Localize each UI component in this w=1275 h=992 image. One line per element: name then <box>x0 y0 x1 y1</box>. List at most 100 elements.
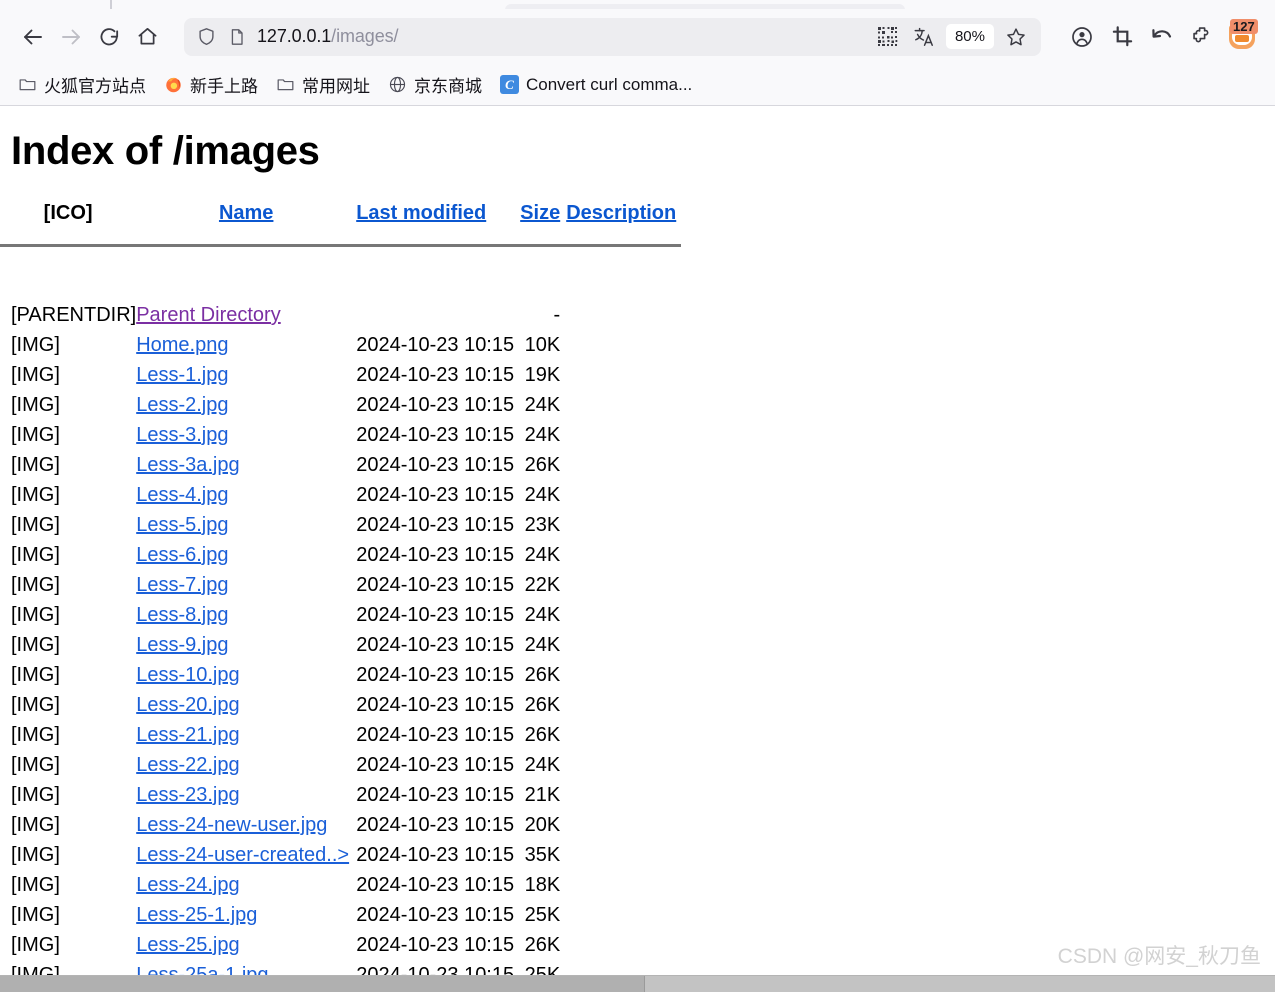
file-link[interactable]: Less-7.jpg <box>136 574 228 596</box>
file-link[interactable]: Less-22.jpg <box>136 754 239 776</box>
file-link[interactable]: Less-3.jpg <box>136 424 228 446</box>
url-text[interactable]: 127.0.0.1/images/ <box>257 26 871 47</box>
table-row[interactable]: [IMG] Less-25.jpg 2024-10-23 10:15 26K <box>0 934 681 964</box>
page-info-icon[interactable] <box>227 27 247 47</box>
table-row[interactable]: [IMG] Less-8.jpg 2024-10-23 10:15 24K <box>0 604 681 634</box>
row-date <box>356 304 516 334</box>
row-name[interactable]: Less-25-1.jpg <box>136 904 356 934</box>
reload-button[interactable] <box>90 18 128 56</box>
file-link[interactable]: Less-24-new-user.jpg <box>136 814 327 836</box>
table-row[interactable]: [IMG] Less-7.jpg 2024-10-23 10:15 22K <box>0 574 681 604</box>
bookmark-item-convert-curl[interactable]: C Convert curl comma... <box>492 71 700 99</box>
row-name[interactable]: Less-24-new-user.jpg <box>136 814 356 844</box>
row-name[interactable]: Less-1.jpg <box>136 364 356 394</box>
column-header-last-modified[interactable]: Last modified <box>356 202 516 244</box>
row-name[interactable]: Less-3a.jpg <box>136 454 356 484</box>
sort-by-date-link[interactable]: Last modified <box>356 202 486 224</box>
bookmark-item-huohu[interactable]: 火狐官方站点 <box>10 68 154 101</box>
file-link[interactable]: Less-8.jpg <box>136 604 228 626</box>
scrollbar-thumb[interactable] <box>0 976 645 992</box>
file-link[interactable]: Less-4.jpg <box>136 484 228 506</box>
file-link[interactable]: Less-21.jpg <box>136 724 239 746</box>
table-row[interactable]: [IMG] Less-21.jpg 2024-10-23 10:15 26K <box>0 724 681 754</box>
row-name[interactable]: Less-22.jpg <box>136 754 356 784</box>
table-row[interactable]: [IMG] Less-5.jpg 2024-10-23 10:15 23K <box>0 514 681 544</box>
file-link[interactable]: Less-3a.jpg <box>136 454 239 476</box>
row-name[interactable]: Less-21.jpg <box>136 724 356 754</box>
row-name[interactable]: Less-4.jpg <box>136 484 356 514</box>
shield-icon[interactable] <box>196 26 217 47</box>
file-link[interactable]: Less-2.jpg <box>136 394 228 416</box>
row-name[interactable]: Less-3.jpg <box>136 424 356 454</box>
home-button[interactable] <box>128 18 166 56</box>
file-link[interactable]: Home.png <box>136 334 228 356</box>
back-button[interactable] <box>14 18 52 56</box>
table-row[interactable]: [IMG] Less-24-user-created..> 2024-10-23 1… <box>0 844 681 874</box>
row-name[interactable]: Less-10.jpg <box>136 664 356 694</box>
account-icon[interactable] <box>1063 18 1101 56</box>
row-name[interactable]: Less-2.jpg <box>136 394 356 424</box>
row-name[interactable]: Less-8.jpg <box>136 604 356 634</box>
table-row[interactable]: [IMG] Less-4.jpg 2024-10-23 10:15 24K <box>0 484 681 514</box>
table-row-parent[interactable]: [PARENTDIR] Parent Directory - <box>0 304 681 334</box>
sort-by-description-link[interactable]: Description <box>566 202 676 224</box>
parent-directory-link[interactable]: Parent Directory <box>136 304 281 326</box>
file-link[interactable]: Less-9.jpg <box>136 634 228 656</box>
column-header-size[interactable]: Size <box>516 202 560 244</box>
file-link[interactable]: Less-25.jpg <box>136 934 239 956</box>
bookmark-item-jingdong[interactable]: 京东商城 <box>380 68 490 101</box>
bookmark-item-changyong[interactable]: 常用网址 <box>268 68 378 101</box>
column-header-description[interactable]: Description <box>560 202 681 244</box>
table-row[interactable]: [IMG] Less-3.jpg 2024-10-23 10:15 24K <box>0 424 681 454</box>
bookmark-star-icon[interactable] <box>999 21 1033 53</box>
table-row[interactable]: [IMG] Less-20.jpg 2024-10-23 10:15 26K <box>0 694 681 724</box>
file-link[interactable]: Less-23.jpg <box>136 784 239 806</box>
forward-button[interactable] <box>52 18 90 56</box>
file-link[interactable]: Less-5.jpg <box>136 514 228 536</box>
row-date: 2024-10-23 10:15 <box>356 544 515 566</box>
translate-icon[interactable] <box>907 21 941 53</box>
file-link[interactable]: Less-1.jpg <box>136 364 228 386</box>
file-link[interactable]: Less-10.jpg <box>136 664 239 686</box>
table-row[interactable]: [IMG] Less-3a.jpg 2024-10-23 10:15 26K <box>0 454 681 484</box>
undo-icon[interactable] <box>1143 18 1181 56</box>
row-name[interactable]: Less-25.jpg <box>136 934 356 964</box>
sort-by-name-link[interactable]: Name <box>219 202 273 224</box>
column-header-name[interactable]: Name <box>136 202 356 244</box>
table-row[interactable]: [IMG] Less-1.jpg 2024-10-23 10:15 19K <box>0 364 681 394</box>
table-row[interactable]: [IMG] Less-22.jpg 2024-10-23 10:15 24K <box>0 754 681 784</box>
table-row[interactable]: [IMG] Less-10.jpg 2024-10-23 10:15 26K <box>0 664 681 694</box>
row-name[interactable]: Less-20.jpg <box>136 694 356 724</box>
table-row[interactable]: [IMG] Less-24.jpg 2024-10-23 10:15 18K <box>0 874 681 904</box>
row-name[interactable]: Less-6.jpg <box>136 544 356 574</box>
row-name[interactable]: Less-24.jpg <box>136 874 356 904</box>
horizontal-scrollbar[interactable] <box>0 975 1275 992</box>
table-row[interactable]: [IMG] Less-24-new-user.jpg 2024-10-23 10:1… <box>0 814 681 844</box>
table-row[interactable]: [IMG] Less-2.jpg 2024-10-23 10:15 24K <box>0 394 681 424</box>
row-name[interactable]: Less-7.jpg <box>136 574 356 604</box>
file-link[interactable]: Less-6.jpg <box>136 544 228 566</box>
qr-code-icon[interactable] <box>871 21 905 53</box>
bookmark-item-xinshou[interactable]: 新手上路 <box>156 68 266 101</box>
sort-by-size-link[interactable]: Size <box>520 202 560 224</box>
file-link[interactable]: Less-25-1.jpg <box>136 904 257 926</box>
file-link[interactable]: Less-24-user-created..> <box>136 844 349 866</box>
table-row[interactable]: [IMG] Less-23.jpg 2024-10-23 10:15 21K <box>0 784 681 814</box>
table-row[interactable]: [IMG] Less-9.jpg 2024-10-23 10:15 24K <box>0 634 681 664</box>
row-name[interactable]: Less-5.jpg <box>136 514 356 544</box>
row-name[interactable]: Less-9.jpg <box>136 634 356 664</box>
row-name[interactable]: Less-23.jpg <box>136 784 356 814</box>
file-link[interactable]: Less-24.jpg <box>136 874 239 896</box>
file-link[interactable]: Less-20.jpg <box>136 694 239 716</box>
row-name[interactable]: Home.png <box>136 334 356 364</box>
screenshot-crop-icon[interactable] <box>1103 18 1141 56</box>
row-name[interactable]: Parent Directory <box>136 304 356 334</box>
table-row[interactable]: [IMG] Less-25-1.jpg 2024-10-23 10:15 25K <box>0 904 681 934</box>
table-row[interactable]: [IMG] Home.png 2024-10-23 10:15 10K <box>0 334 681 364</box>
extension-puzzle-icon[interactable] <box>1183 18 1221 56</box>
fox-extension-icon[interactable]: 127 <box>1223 18 1261 56</box>
url-bar[interactable]: 127.0.0.1/images/ 80% <box>184 17 1041 56</box>
zoom-level-badge[interactable]: 80% <box>945 24 994 49</box>
table-row[interactable]: [IMG] Less-6.jpg 2024-10-23 10:15 24K <box>0 544 681 574</box>
row-name[interactable]: Less-24-user-created..> <box>136 844 356 874</box>
